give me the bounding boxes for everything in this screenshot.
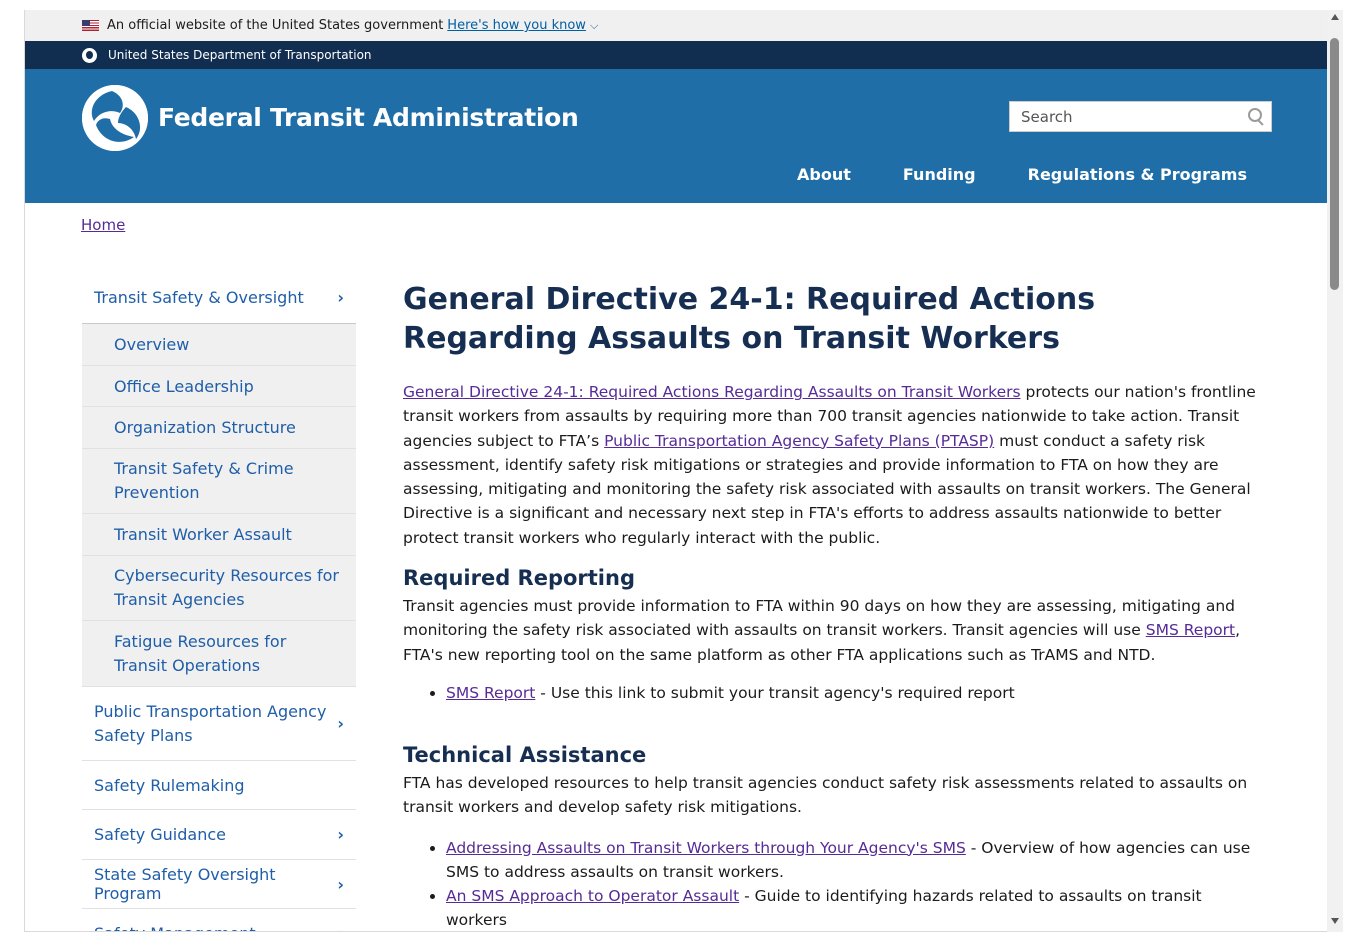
breadcrumb: Home: [81, 216, 125, 234]
chevron-right-icon[interactable]: ›: [337, 825, 344, 844]
agency-name[interactable]: United States Department of Transportati…: [108, 48, 372, 62]
reporting-list: SMS Report - Use this link to submit you…: [403, 681, 1263, 705]
search-placeholder: Search: [1021, 107, 1073, 126]
sms-approach-link[interactable]: An SMS Approach to Operator Assault: [446, 887, 739, 905]
technical-assistance-heading: Technical Assistance: [403, 742, 647, 767]
chevron-right-icon[interactable]: ›: [337, 288, 344, 307]
fta-logo-icon[interactable]: [82, 85, 148, 151]
scroll-up-icon[interactable]: [1331, 14, 1339, 20]
chevron-right-icon[interactable]: ›: [337, 712, 344, 736]
nav-funding[interactable]: Funding: [903, 165, 976, 184]
intro-paragraph: General Directive 24-1: Required Actions…: [403, 383, 1256, 547]
list-item: Addressing Assaults on Transit Workers t…: [446, 836, 1263, 884]
sms-report-bullet-link[interactable]: SMS Report: [446, 684, 535, 702]
sidebar-section-transit-safety[interactable]: Transit Safety & Oversight ›: [82, 272, 356, 324]
search-input[interactable]: Search: [1009, 101, 1272, 132]
chevron-down-icon[interactable]: ⌵: [590, 19, 598, 33]
list-item: An SMS Approach to Operator Assault - Gu…: [446, 884, 1263, 931]
ta-paragraph: FTA has developed resources to help tran…: [403, 773, 1248, 817]
nav-about[interactable]: About: [797, 165, 851, 184]
sidebar-item-ptasp[interactable]: Public Transportation Agency Safety Plan…: [82, 687, 356, 761]
sidebar-subitem-fatigue[interactable]: Fatigue Resources for Transit Operations: [82, 621, 356, 687]
sidebar-subitem-overview[interactable]: Overview: [82, 324, 356, 366]
main-nav: About Funding Regulations & Programs: [745, 165, 1247, 184]
sidebar-subitem-worker-assault[interactable]: Transit Worker Assault: [82, 514, 356, 556]
us-flag-icon: [82, 20, 99, 31]
sidebar-item-safety-guidance[interactable]: Safety Guidance ›: [82, 810, 356, 860]
vertical-scrollbar[interactable]: [1327, 10, 1343, 932]
main-content: General Directive 24-1: Required Actions…: [403, 280, 1263, 931]
addressing-assaults-link[interactable]: Addressing Assaults on Transit Workers t…: [446, 839, 966, 857]
sidebar-section-label: Transit Safety & Oversight: [94, 288, 304, 307]
chevron-right-icon[interactable]: ›: [337, 924, 344, 931]
reporting-paragraph: Transit agencies must provide informatio…: [403, 597, 1241, 664]
search-icon[interactable]: [1241, 102, 1271, 132]
required-reporting-heading: Required Reporting: [403, 566, 635, 591]
sidebar-item-sso-program[interactable]: State Safety Oversight Program ›: [82, 860, 356, 909]
list-item: SMS Report - Use this link to submit you…: [446, 681, 1263, 705]
official-text: An official website of the United States…: [107, 18, 444, 33]
sidebar-item-safety-rulemaking[interactable]: Safety Rulemaking: [82, 761, 356, 810]
browser-viewport: An official website of the United States…: [24, 10, 1327, 932]
ta-list: Addressing Assaults on Transit Workers t…: [403, 836, 1263, 931]
page-title: General Directive 24-1: Required Actions…: [403, 282, 1096, 356]
scroll-down-icon[interactable]: [1331, 918, 1339, 924]
site-header: Federal Transit Administration Search Ab…: [25, 69, 1327, 203]
sms-report-link[interactable]: SMS Report: [1146, 621, 1235, 639]
sidebar-nav: Transit Safety & Oversight › Overview Of…: [82, 272, 356, 931]
breadcrumb-home[interactable]: Home: [81, 216, 125, 234]
sidebar-subitem-organization-structure[interactable]: Organization Structure: [82, 407, 356, 449]
how-you-know-link[interactable]: Here's how you know: [447, 18, 586, 33]
sidebar-subitem-cybersecurity[interactable]: Cybersecurity Resources for Transit Agen…: [82, 556, 356, 621]
site-name[interactable]: Federal Transit Administration: [158, 103, 579, 132]
dot-logo-icon: [82, 47, 97, 63]
ptasp-link[interactable]: Public Transportation Agency Safety Plan…: [604, 432, 994, 450]
scrollbar-thumb[interactable]: [1330, 38, 1339, 290]
sidebar-subitem-safety-crime[interactable]: Transit Safety & Crime Prevention: [82, 449, 356, 514]
chevron-right-icon[interactable]: ›: [337, 875, 344, 894]
sidebar-subitem-office-leadership[interactable]: Office Leadership: [82, 366, 356, 407]
nav-regulations-programs[interactable]: Regulations & Programs: [1028, 165, 1247, 184]
gov-banner: An official website of the United States…: [25, 10, 1327, 41]
general-directive-link[interactable]: General Directive 24-1: Required Actions…: [403, 383, 1021, 401]
sidebar-item-safety-management[interactable]: Safety Management ›: [82, 909, 356, 931]
agency-bar: United States Department of Transportati…: [25, 41, 1327, 69]
